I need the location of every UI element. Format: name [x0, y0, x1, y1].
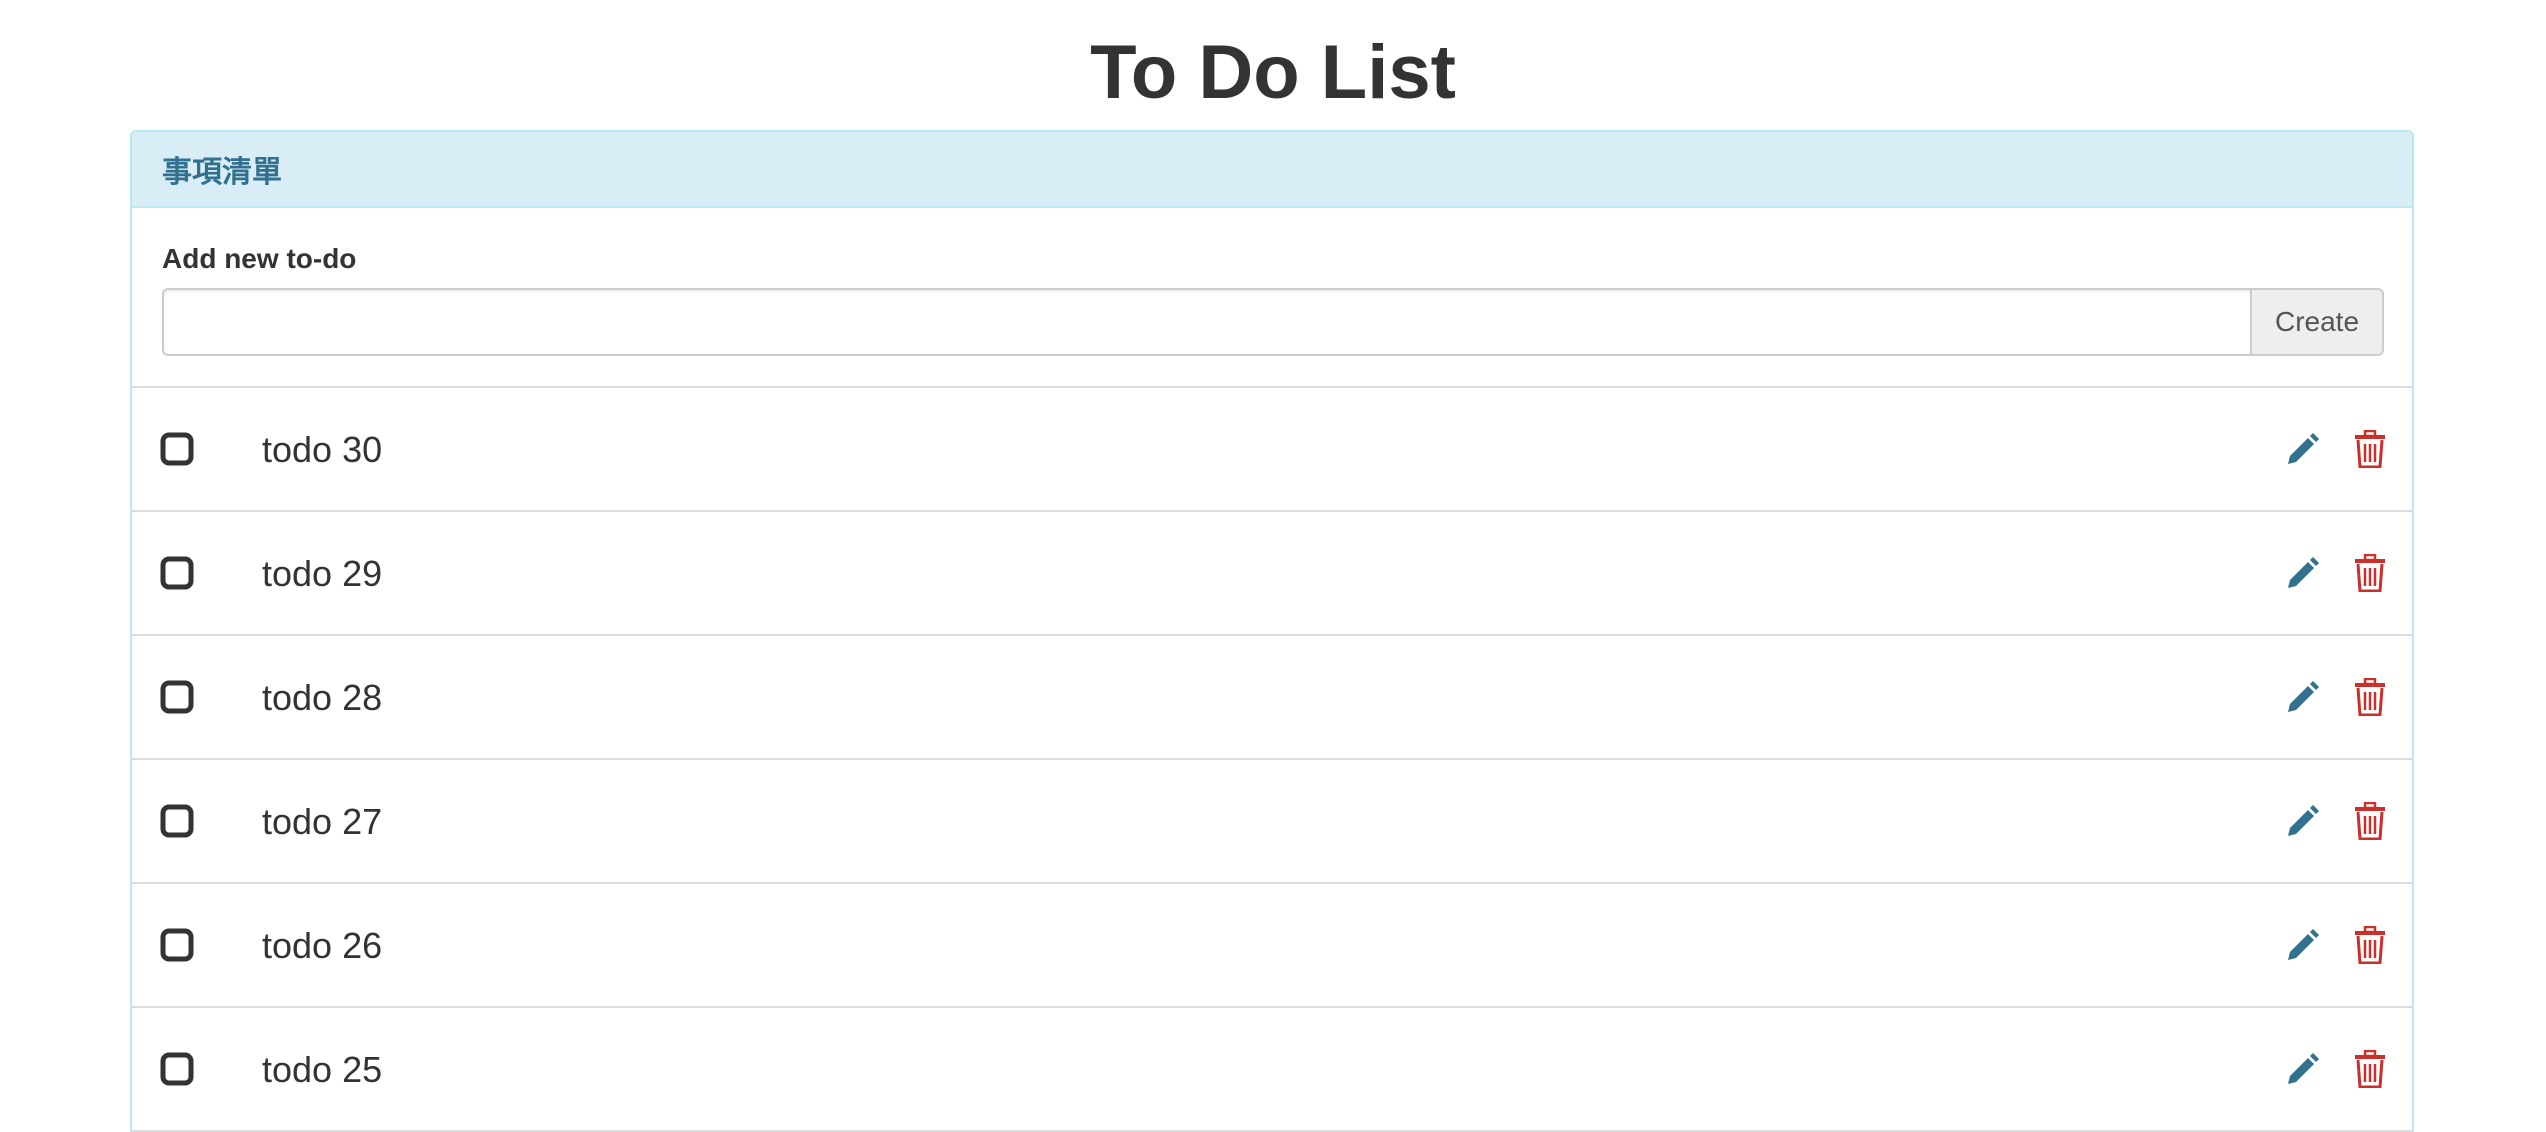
todo-item: todo 25: [132, 1008, 2412, 1132]
pencil-icon[interactable]: [2284, 556, 2320, 592]
unchecked-square-icon[interactable]: [160, 680, 194, 714]
unchecked-square-icon[interactable]: [160, 928, 194, 962]
pencil-icon[interactable]: [2284, 804, 2320, 840]
todo-item: todo 26: [132, 884, 2412, 1008]
todo-text: todo 29: [262, 553, 383, 594]
panel-title: 事項清單: [162, 155, 282, 190]
pencil-icon[interactable]: [2284, 928, 2320, 964]
todo-item: todo 29: [132, 512, 2412, 636]
todo-list: todo 30 todo 29 todo 28 todo 27 todo 26 …: [132, 388, 2412, 1132]
todo-text: todo 30: [262, 429, 383, 470]
trash-icon[interactable]: [2354, 1050, 2386, 1088]
unchecked-square-icon[interactable]: [160, 556, 194, 590]
trash-icon[interactable]: [2354, 926, 2386, 964]
todo-panel: 事項清單 Add new to-do Create todo 30 todo 2…: [130, 130, 2414, 1132]
unchecked-square-icon[interactable]: [160, 1052, 194, 1086]
trash-icon[interactable]: [2354, 554, 2386, 592]
trash-icon[interactable]: [2354, 678, 2386, 716]
todo-text: todo 28: [262, 677, 383, 718]
todo-item: todo 28: [132, 636, 2412, 760]
trash-icon[interactable]: [2354, 430, 2386, 468]
pencil-icon[interactable]: [2284, 680, 2320, 716]
unchecked-square-icon[interactable]: [160, 432, 194, 466]
pencil-icon[interactable]: [2284, 432, 2320, 468]
trash-icon[interactable]: [2354, 802, 2386, 840]
todo-text: todo 25: [262, 1049, 383, 1090]
add-todo-form: Add new to-do Create: [132, 208, 2412, 388]
todo-text: todo 26: [262, 925, 383, 966]
add-todo-input-group: Create: [162, 288, 2384, 356]
panel-heading: 事項清單: [132, 132, 2412, 208]
todo-item: todo 30: [132, 388, 2412, 512]
unchecked-square-icon[interactable]: [160, 804, 194, 838]
new-todo-input[interactable]: [162, 288, 2250, 356]
create-button[interactable]: Create: [2250, 288, 2384, 356]
todo-text: todo 27: [262, 801, 383, 842]
add-todo-label: Add new to-do: [162, 243, 357, 274]
pencil-icon[interactable]: [2284, 1052, 2320, 1088]
todo-item: todo 27: [132, 760, 2412, 884]
page-title: To Do List: [1090, 30, 1456, 115]
